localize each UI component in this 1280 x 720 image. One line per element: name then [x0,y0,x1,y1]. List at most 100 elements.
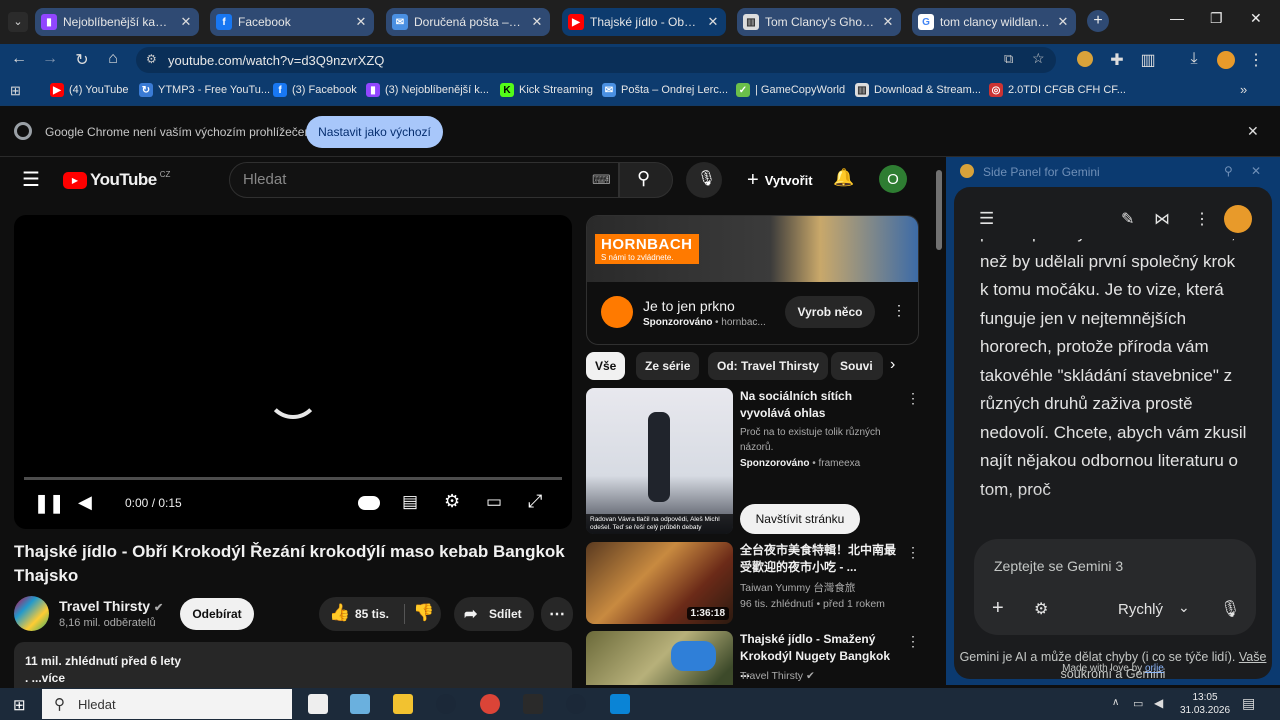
tab-twitch[interactable]: ▮ Nejoblíbenější kanály - Twitch ✕ [35,8,199,36]
channel-avatar[interactable] [14,596,49,631]
theater-mode-icon[interactable]: ▭ [486,492,502,512]
reload-icon[interactable]: ↻ [72,50,92,70]
keyboard-icon[interactable]: ⌨ [592,163,611,197]
extension-emoji-icon[interactable] [1077,51,1093,67]
mic-icon[interactable]: 🎙 [1220,599,1240,619]
back-icon[interactable]: ← [9,50,29,68]
bookmark-tdi[interactable]: ◎ 2.0TDI CFGB CFH CF... [989,83,1126,97]
chips-next-icon[interactable]: › [890,356,895,374]
author-link[interactable]: orlie [1145,663,1164,674]
bookmark-twitch[interactable]: ▮ (3) Nejoblíbenější k... [366,83,489,97]
video-thumbnail[interactable]: 1:36:18 [586,542,733,624]
gemini-menu-icon[interactable]: ☰ [979,209,994,229]
gemini-profile-avatar[interactable] [1224,205,1252,233]
chrome-menu-icon[interactable]: ⋮ [1246,50,1266,70]
volume-icon[interactable]: ◀ [78,492,92,513]
extensions-puzzle-icon[interactable]: ✚ [1107,50,1127,70]
steam-icon[interactable] [436,694,456,714]
mode-selector[interactable]: Rychlý [1118,601,1163,618]
fullscreen-icon[interactable]: ⤢ [528,491,542,512]
close-tab-icon[interactable]: ✕ [1056,14,1070,30]
close-infobar-icon[interactable]: ✕ [1247,123,1259,140]
create-button[interactable]: + Vytvořit [735,162,825,198]
new-tab-button[interactable]: + [1087,10,1109,32]
close-tab-icon[interactable]: ✕ [530,14,544,30]
bookmark-ytmp3[interactable]: ↻ YTMP3 - Free YouTu... [139,83,270,97]
dislike-button[interactable]: 👎 [413,603,434,623]
tab-search-button[interactable]: ⌄ [8,12,28,32]
add-attachment-icon[interactable]: + [992,597,1004,620]
related-channel[interactable]: Travel Thirsty [740,670,803,682]
notifications-bell-icon[interactable]: 🔔 [833,168,854,188]
volume-icon[interactable]: ◀ [1154,696,1163,710]
install-icon[interactable]: ⧉ [1004,51,1013,67]
channel-name[interactable]: Travel Thirsty ✔ [59,598,163,614]
new-chat-icon[interactable]: ✎ [1121,209,1134,229]
share-button[interactable]: ➦ Sdílet [454,597,534,631]
video-thumbnail[interactable]: Radovan Vávra tlačil na odpovědi, Aleš M… [586,388,733,534]
like-button[interactable]: 👍 [329,603,350,623]
bookmark-youtube[interactable]: ▶ (4) YouTube [50,83,129,97]
menu-hamburger-icon[interactable]: ☰ [22,167,40,192]
related-more-icon[interactable]: ⋮ [906,633,919,650]
tab-facebook[interactable]: f Facebook ✕ [210,8,374,36]
chip-channel[interactable]: Od: Travel Thirsty [708,352,829,380]
related-video-crocodile[interactable]: Thajské jídlo - Smažený Krokodýl Nugety … [586,631,919,685]
chevron-down-icon[interactable]: ⌄ [1178,599,1190,616]
related-video-taiwan[interactable]: 1:36:18 全台夜市美食特輯！北中南最受歡迎的夜市小吃 - ... Taiw… [586,542,920,624]
close-tab-icon[interactable]: ✕ [179,14,193,30]
autoplay-toggle[interactable] [358,496,380,510]
pin-icon[interactable]: ⚲ [1224,164,1233,178]
ad-cta-button[interactable]: Vyrob něco [785,296,875,328]
bookmark-facebook[interactable]: f (3) Facebook [273,83,357,97]
taskbar-search[interactable]: ⚲ Hledat [42,689,292,719]
photos-icon[interactable] [350,694,370,714]
youtube-logo[interactable]: ▶ YouTube CZ [63,170,170,190]
tab-google[interactable]: G tom clancy wildlands - Hledat ✕ [912,8,1076,36]
visit-site-button[interactable]: Navštívit stránku [740,504,860,534]
bookmark-star-icon[interactable]: ☆ [1032,50,1045,67]
video-player[interactable]: ❚❚ ◀ 0:00 / 0:15 ▤ ⚙ ▭ ⤢ [14,215,572,529]
account-avatar[interactable]: O [879,165,907,193]
video-thumbnail[interactable] [586,631,733,685]
show-more-link[interactable]: . ...více [25,670,561,687]
chip-series[interactable]: Ze série [636,352,700,380]
forward-icon[interactable]: → [40,50,60,68]
related-more-icon[interactable]: ⋮ [906,544,920,561]
search-input[interactable]: Hledat ⌨ [229,162,619,198]
ad-more-icon[interactable]: ⋮ [892,302,906,319]
windows-start-icon[interactable]: ⊞ [13,696,26,714]
close-side-panel-icon[interactable]: ✕ [1251,164,1261,178]
settings-gear-icon[interactable]: ⚙ [444,491,460,512]
notifications-icon[interactable]: ▤ [1242,695,1255,712]
side-panel-icon[interactable]: ▥ [1138,50,1158,70]
bookmark-mail[interactable]: ✉ Pošta – Ondrej Lerc... [602,83,728,97]
network-icon[interactable]: ▭ [1133,697,1143,710]
home-icon[interactable]: ⌂ [103,50,123,68]
steam-alt-icon[interactable] [566,694,586,714]
progress-bar[interactable] [24,477,562,480]
close-tab-icon[interactable]: ✕ [354,14,368,30]
close-window-icon[interactable]: ✕ [1250,10,1262,27]
taskbar-clock[interactable]: 13:05 31.03.2026 [1174,691,1236,717]
file-explorer-icon[interactable] [393,694,413,714]
tray-overflow-icon[interactable]: ∧ [1112,697,1119,708]
file-icon[interactable] [308,694,328,714]
search-button[interactable]: ⚲ [619,162,673,198]
subtitles-icon[interactable]: ▤ [402,492,418,512]
tab-store[interactable]: ▥ Tom Clancy's Ghost Recon ✕ [737,8,901,36]
set-default-button[interactable]: Nastavit jako výchozí [306,116,443,148]
tab-youtube-active[interactable]: ▶ Thajské jídlo - Obří Krokodýl ✕ [562,8,726,36]
snipping-tool-icon[interactable] [610,694,630,714]
share-icon[interactable]: ⋈ [1154,209,1170,229]
address-bar[interactable]: ⚙ youtube.com/watch?v=d3Q9nzvrXZQ ⧉ ☆ [136,47,1056,73]
related-channel[interactable]: Taiwan Yummy 台灣食旅 [740,581,900,596]
close-tab-icon[interactable]: ✕ [706,14,720,30]
bookmark-download[interactable]: ▥ Download & Stream... [855,83,981,97]
close-tab-icon[interactable]: ✕ [881,14,895,30]
subscribe-button[interactable]: Odebírat [180,598,254,630]
chip-related[interactable]: Souvi [831,352,883,380]
maximize-icon[interactable]: ❐ [1210,10,1223,27]
related-video-sponsored[interactable]: Radovan Vávra tlačil na odpovědi, Aleš M… [586,388,920,534]
related-title[interactable]: Na sociálních sítích vyvolává ohlas [740,388,900,422]
